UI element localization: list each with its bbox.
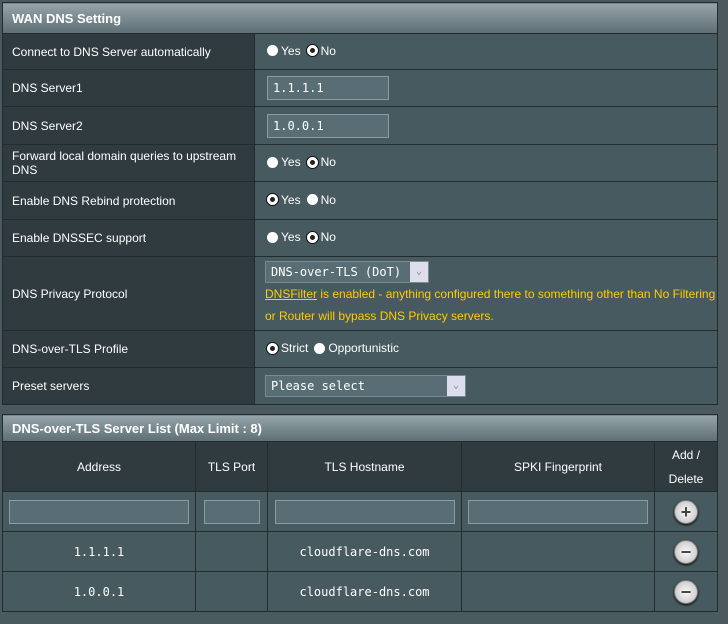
cell-spki	[461, 571, 655, 612]
chevron-down-icon: ⌄	[447, 376, 465, 396]
col-spki: SPKI Fingerprint	[461, 441, 655, 492]
dnsfilter-link[interactable]: DNSFilter	[265, 287, 317, 301]
select-value: Please select	[271, 379, 365, 393]
radio-label: No	[320, 192, 336, 207]
strict-radio[interactable]: Strict	[267, 341, 308, 355]
auto-yes-radio[interactable]: Yes	[267, 44, 301, 58]
opportunistic-radio[interactable]: Opportunistic	[314, 341, 399, 355]
add-plus-icon[interactable]: +	[674, 499, 698, 524]
select-value: DNS-over-TLS (DoT)	[271, 264, 402, 279]
cell-address: 1.1.1.1	[2, 531, 196, 572]
dns-server1-input[interactable]: 1.1.1.1	[267, 76, 389, 100]
cell-port	[195, 571, 268, 612]
radio-label: No	[320, 230, 336, 245]
delete-minus-icon[interactable]: −	[674, 579, 698, 604]
dot-server-list-table: DNS-over-TLS Server List (Max Limit : 8)…	[2, 414, 718, 612]
preset-servers-select[interactable]: Please select ⌄	[265, 375, 466, 397]
label-privacy: DNS Privacy Protocol	[2, 256, 255, 331]
tls-port-input[interactable]	[203, 499, 260, 524]
cell-port	[195, 531, 268, 572]
wan-dns-table: WAN DNS Setting Connect to DNS Server au…	[2, 2, 718, 405]
radio-label: Yes	[281, 230, 301, 245]
label-preset: Preset servers	[2, 367, 255, 405]
label-profile: DNS-over-TLS Profile	[2, 330, 255, 368]
rebind-yes-radio[interactable]: Yes	[267, 193, 301, 207]
cell-hostname: cloudflare-dns.com	[267, 531, 462, 572]
tls-hostname-input[interactable]	[274, 499, 455, 524]
radio-label: Strict	[281, 341, 309, 356]
privacy-protocol-select[interactable]: DNS-over-TLS (DoT) ⌄	[265, 260, 429, 283]
delete-minus-icon[interactable]: −	[674, 539, 698, 564]
dns-server2-input[interactable]: 1.0.0.1	[267, 113, 389, 138]
cell-spki	[461, 531, 655, 572]
dnssec-no-radio[interactable]: No	[306, 230, 336, 245]
col-tls-port: TLS Port	[195, 441, 268, 492]
dnssec-yes-radio[interactable]: Yes	[267, 230, 301, 244]
auto-no-radio[interactable]: No	[306, 43, 336, 58]
table-row: 1.1.1.1 cloudflare-dns.com −	[2, 531, 718, 572]
col-address: Address	[2, 441, 196, 492]
radio-label: No	[320, 43, 336, 58]
rebind-no-radio[interactable]: No	[306, 192, 336, 207]
forward-yes-radio[interactable]: Yes	[267, 155, 301, 169]
radio-label: Opportunistic	[328, 341, 400, 356]
spki-input[interactable]	[468, 499, 648, 524]
cell-hostname: cloudflare-dns.com	[267, 571, 462, 612]
radio-label: Yes	[281, 43, 301, 58]
warning-text: is enabled - anything configured there t…	[265, 286, 716, 323]
cell-address: 1.0.0.1	[2, 571, 196, 612]
col-tls-hostname: TLS Hostname	[267, 441, 462, 492]
table-row: 1.0.0.1 cloudflare-dns.com −	[2, 571, 718, 612]
label-auto-dns: Connect to DNS Server automatically	[2, 33, 255, 70]
label-dns1: DNS Server1	[2, 69, 255, 107]
radio-label: Yes	[281, 155, 301, 170]
label-dns2: DNS Server2	[2, 106, 255, 145]
dnsfilter-warning: DNSFilter is enabled - anything configur…	[265, 283, 717, 327]
section-title: WAN DNS Setting	[2, 2, 718, 34]
chevron-down-icon: ⌄	[410, 261, 428, 282]
radio-label: Yes	[281, 192, 301, 207]
forward-no-radio[interactable]: No	[306, 155, 336, 170]
label-forward: Forward local domain queries to upstream…	[2, 144, 255, 182]
label-rebind: Enable DNS Rebind protection	[2, 181, 255, 220]
radio-label: No	[320, 155, 336, 170]
section-title: DNS-over-TLS Server List (Max Limit : 8)	[2, 414, 718, 442]
label-dnssec: Enable DNSSEC support	[2, 219, 255, 257]
col-add-delete: Add / Delete	[654, 441, 718, 492]
address-input[interactable]	[9, 499, 189, 524]
